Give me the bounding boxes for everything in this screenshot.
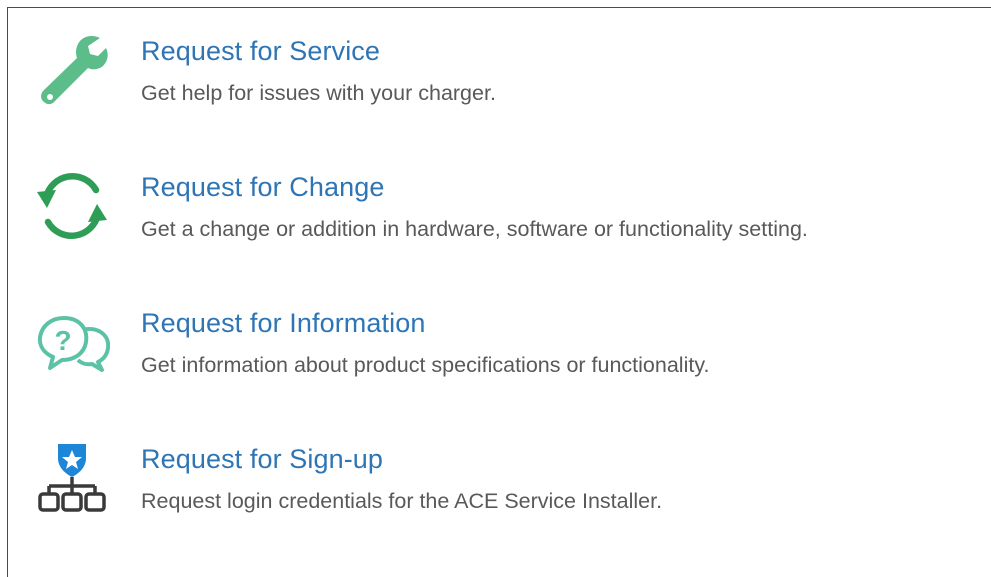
request-for-change-title[interactable]: Request for Change bbox=[141, 172, 384, 203]
request-for-information-description: Get information about product specificat… bbox=[141, 353, 710, 377]
request-for-service-description: Get help for issues with your charger. bbox=[141, 81, 496, 105]
request-for-service-item[interactable]: Request for Service Get help for issues … bbox=[34, 32, 984, 122]
question-chat-icon: ? bbox=[34, 304, 110, 380]
request-for-signup-title[interactable]: Request for Sign-up bbox=[141, 444, 383, 475]
wrench-icon bbox=[34, 32, 110, 108]
request-for-information-item[interactable]: ? Request for Information Get informatio… bbox=[34, 304, 984, 394]
request-for-service-title[interactable]: Request for Service bbox=[141, 36, 380, 67]
request-for-change-description: Get a change or addition in hardware, so… bbox=[141, 217, 808, 241]
request-for-information-title[interactable]: Request for Information bbox=[141, 308, 425, 339]
request-for-change-item[interactable]: Request for Change Get a change or addit… bbox=[34, 168, 984, 258]
refresh-icon bbox=[34, 168, 110, 244]
request-menu-panel: Request for Service Get help for issues … bbox=[7, 7, 991, 577]
svg-text:?: ? bbox=[54, 325, 71, 356]
request-for-signup-item[interactable]: Request for Sign-up Request login creden… bbox=[34, 440, 984, 530]
network-star-icon bbox=[34, 440, 110, 516]
request-for-signup-description: Request login credentials for the ACE Se… bbox=[141, 489, 663, 513]
